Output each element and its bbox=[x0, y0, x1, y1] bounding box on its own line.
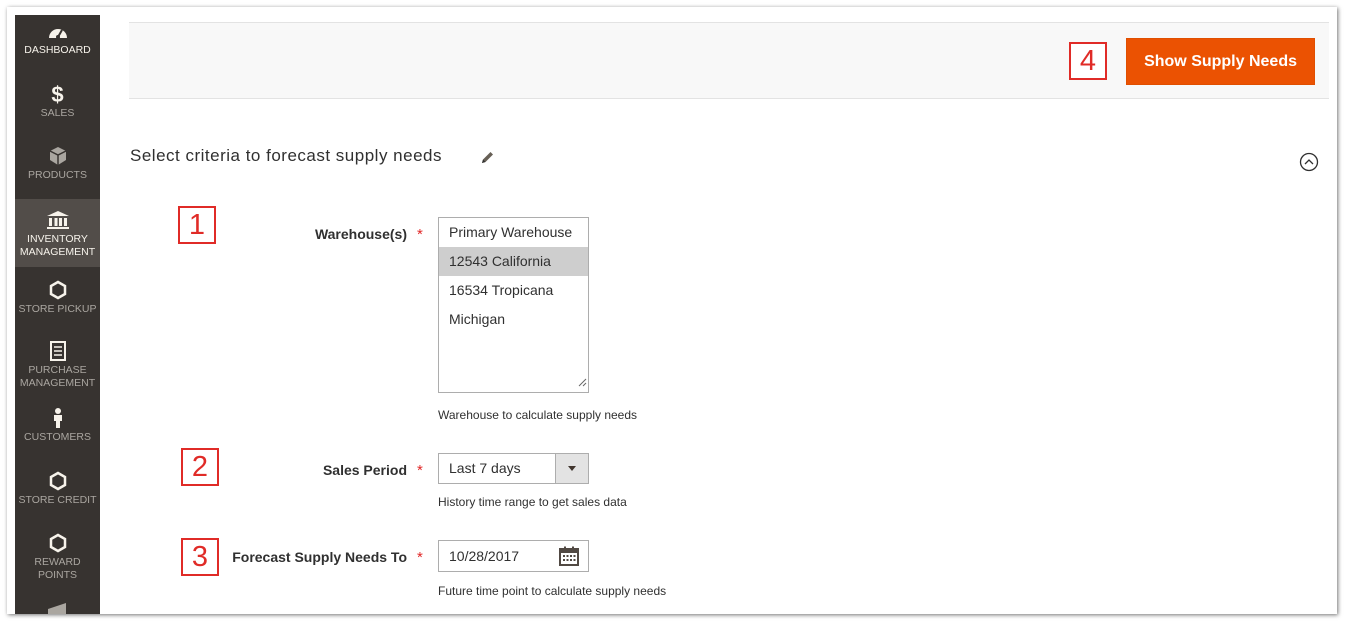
warehouse-option[interactable]: Michigan bbox=[439, 305, 588, 334]
sales-period-select[interactable]: Last 7 days bbox=[438, 453, 589, 484]
forecast-to-label: Forecast Supply Needs To bbox=[232, 549, 407, 565]
admin-window: DASHBOARD $ SALES PRODUCTS INVENTORY MAN… bbox=[7, 7, 1337, 614]
dashboard-icon bbox=[15, 20, 100, 42]
callout-4: 4 bbox=[1069, 42, 1107, 80]
resize-grip-icon[interactable] bbox=[578, 372, 587, 391]
forecast-to-value: 10/28/2017 bbox=[449, 548, 520, 564]
sidebar-item-products[interactable]: PRODUCTS bbox=[15, 145, 100, 182]
sidebar-item-reward-points[interactable]: REWARD POINTS bbox=[15, 532, 100, 582]
sidebar-item-label: PRODUCTS bbox=[28, 169, 87, 181]
show-supply-needs-button[interactable]: Show Supply Needs bbox=[1126, 38, 1315, 85]
document-icon bbox=[15, 340, 100, 362]
warehouse-option[interactable]: Primary Warehouse bbox=[439, 218, 588, 247]
sidebar-item-label: PURCHASE MANAGEMENT bbox=[19, 364, 96, 389]
section-title: Select criteria to forecast supply needs bbox=[130, 146, 442, 165]
warehouses-note: Warehouse to calculate supply needs bbox=[438, 408, 638, 422]
sidebar-item-store-pickup[interactable]: STORE PICKUP bbox=[15, 279, 100, 316]
warehouses-label: Warehouse(s) bbox=[314, 226, 407, 242]
admin-sidebar: DASHBOARD $ SALES PRODUCTS INVENTORY MAN… bbox=[15, 15, 100, 614]
box-icon bbox=[15, 145, 100, 167]
required-mark: * bbox=[417, 549, 423, 566]
required-mark: * bbox=[417, 226, 423, 243]
warehouse-option[interactable]: 16534 Tropicana bbox=[439, 276, 588, 305]
required-mark: * bbox=[417, 462, 423, 479]
warehouse-option-selected[interactable]: 12543 California bbox=[439, 247, 588, 276]
page-actions-bar: 4 Show Supply Needs bbox=[129, 22, 1329, 99]
forecast-to-date-input[interactable]: 10/28/2017 bbox=[438, 540, 589, 572]
callout-3: 3 bbox=[181, 538, 219, 576]
sales-period-label: Sales Period bbox=[322, 462, 407, 478]
sales-period-value: Last 7 days bbox=[449, 460, 521, 476]
dollar-icon: $ bbox=[51, 81, 64, 107]
callout-1: 1 bbox=[178, 206, 216, 244]
sidebar-item-label: DASHBOARD bbox=[24, 44, 91, 56]
sidebar-item-customers[interactable]: CUSTOMERS bbox=[15, 407, 100, 444]
bank-icon bbox=[15, 209, 100, 231]
pencil-icon[interactable] bbox=[480, 150, 495, 169]
warehouses-multiselect[interactable]: Primary Warehouse 12543 California 16534… bbox=[438, 217, 589, 393]
collapse-section-icon[interactable] bbox=[1299, 152, 1319, 176]
forecast-to-note: Future time point to calculate supply ne… bbox=[438, 584, 667, 598]
sidebar-item-label: SALES bbox=[40, 107, 75, 119]
hexagon-icon bbox=[15, 532, 100, 554]
sidebar-more-icon bbox=[46, 602, 68, 614]
sidebar-item-label: REWARD POINTS bbox=[34, 556, 81, 581]
hexagon-icon bbox=[15, 279, 100, 301]
sidebar-item-label: INVENTORY MANAGEMENT bbox=[19, 233, 96, 258]
sidebar-item-sales[interactable]: $ SALES bbox=[15, 83, 100, 120]
chevron-down-icon[interactable] bbox=[555, 454, 588, 483]
sidebar-item-inventory-management[interactable]: INVENTORY MANAGEMENT bbox=[15, 199, 100, 267]
sidebar-item-dashboard[interactable]: DASHBOARD bbox=[15, 20, 100, 57]
calendar-icon[interactable] bbox=[559, 546, 579, 570]
hexagon-icon bbox=[15, 470, 100, 492]
sidebar-item-purchase-management[interactable]: PURCHASE MANAGEMENT bbox=[15, 340, 100, 390]
sales-period-note: History time range to get sales data bbox=[438, 495, 627, 509]
sidebar-item-label: CUSTOMERS bbox=[24, 431, 91, 443]
sidebar-item-label: STORE PICKUP bbox=[18, 303, 97, 315]
callout-2: 2 bbox=[181, 448, 219, 486]
sidebar-item-store-credit[interactable]: STORE CREDIT bbox=[15, 470, 100, 507]
sidebar-item-label: STORE CREDIT bbox=[18, 494, 97, 506]
person-icon bbox=[15, 407, 100, 429]
